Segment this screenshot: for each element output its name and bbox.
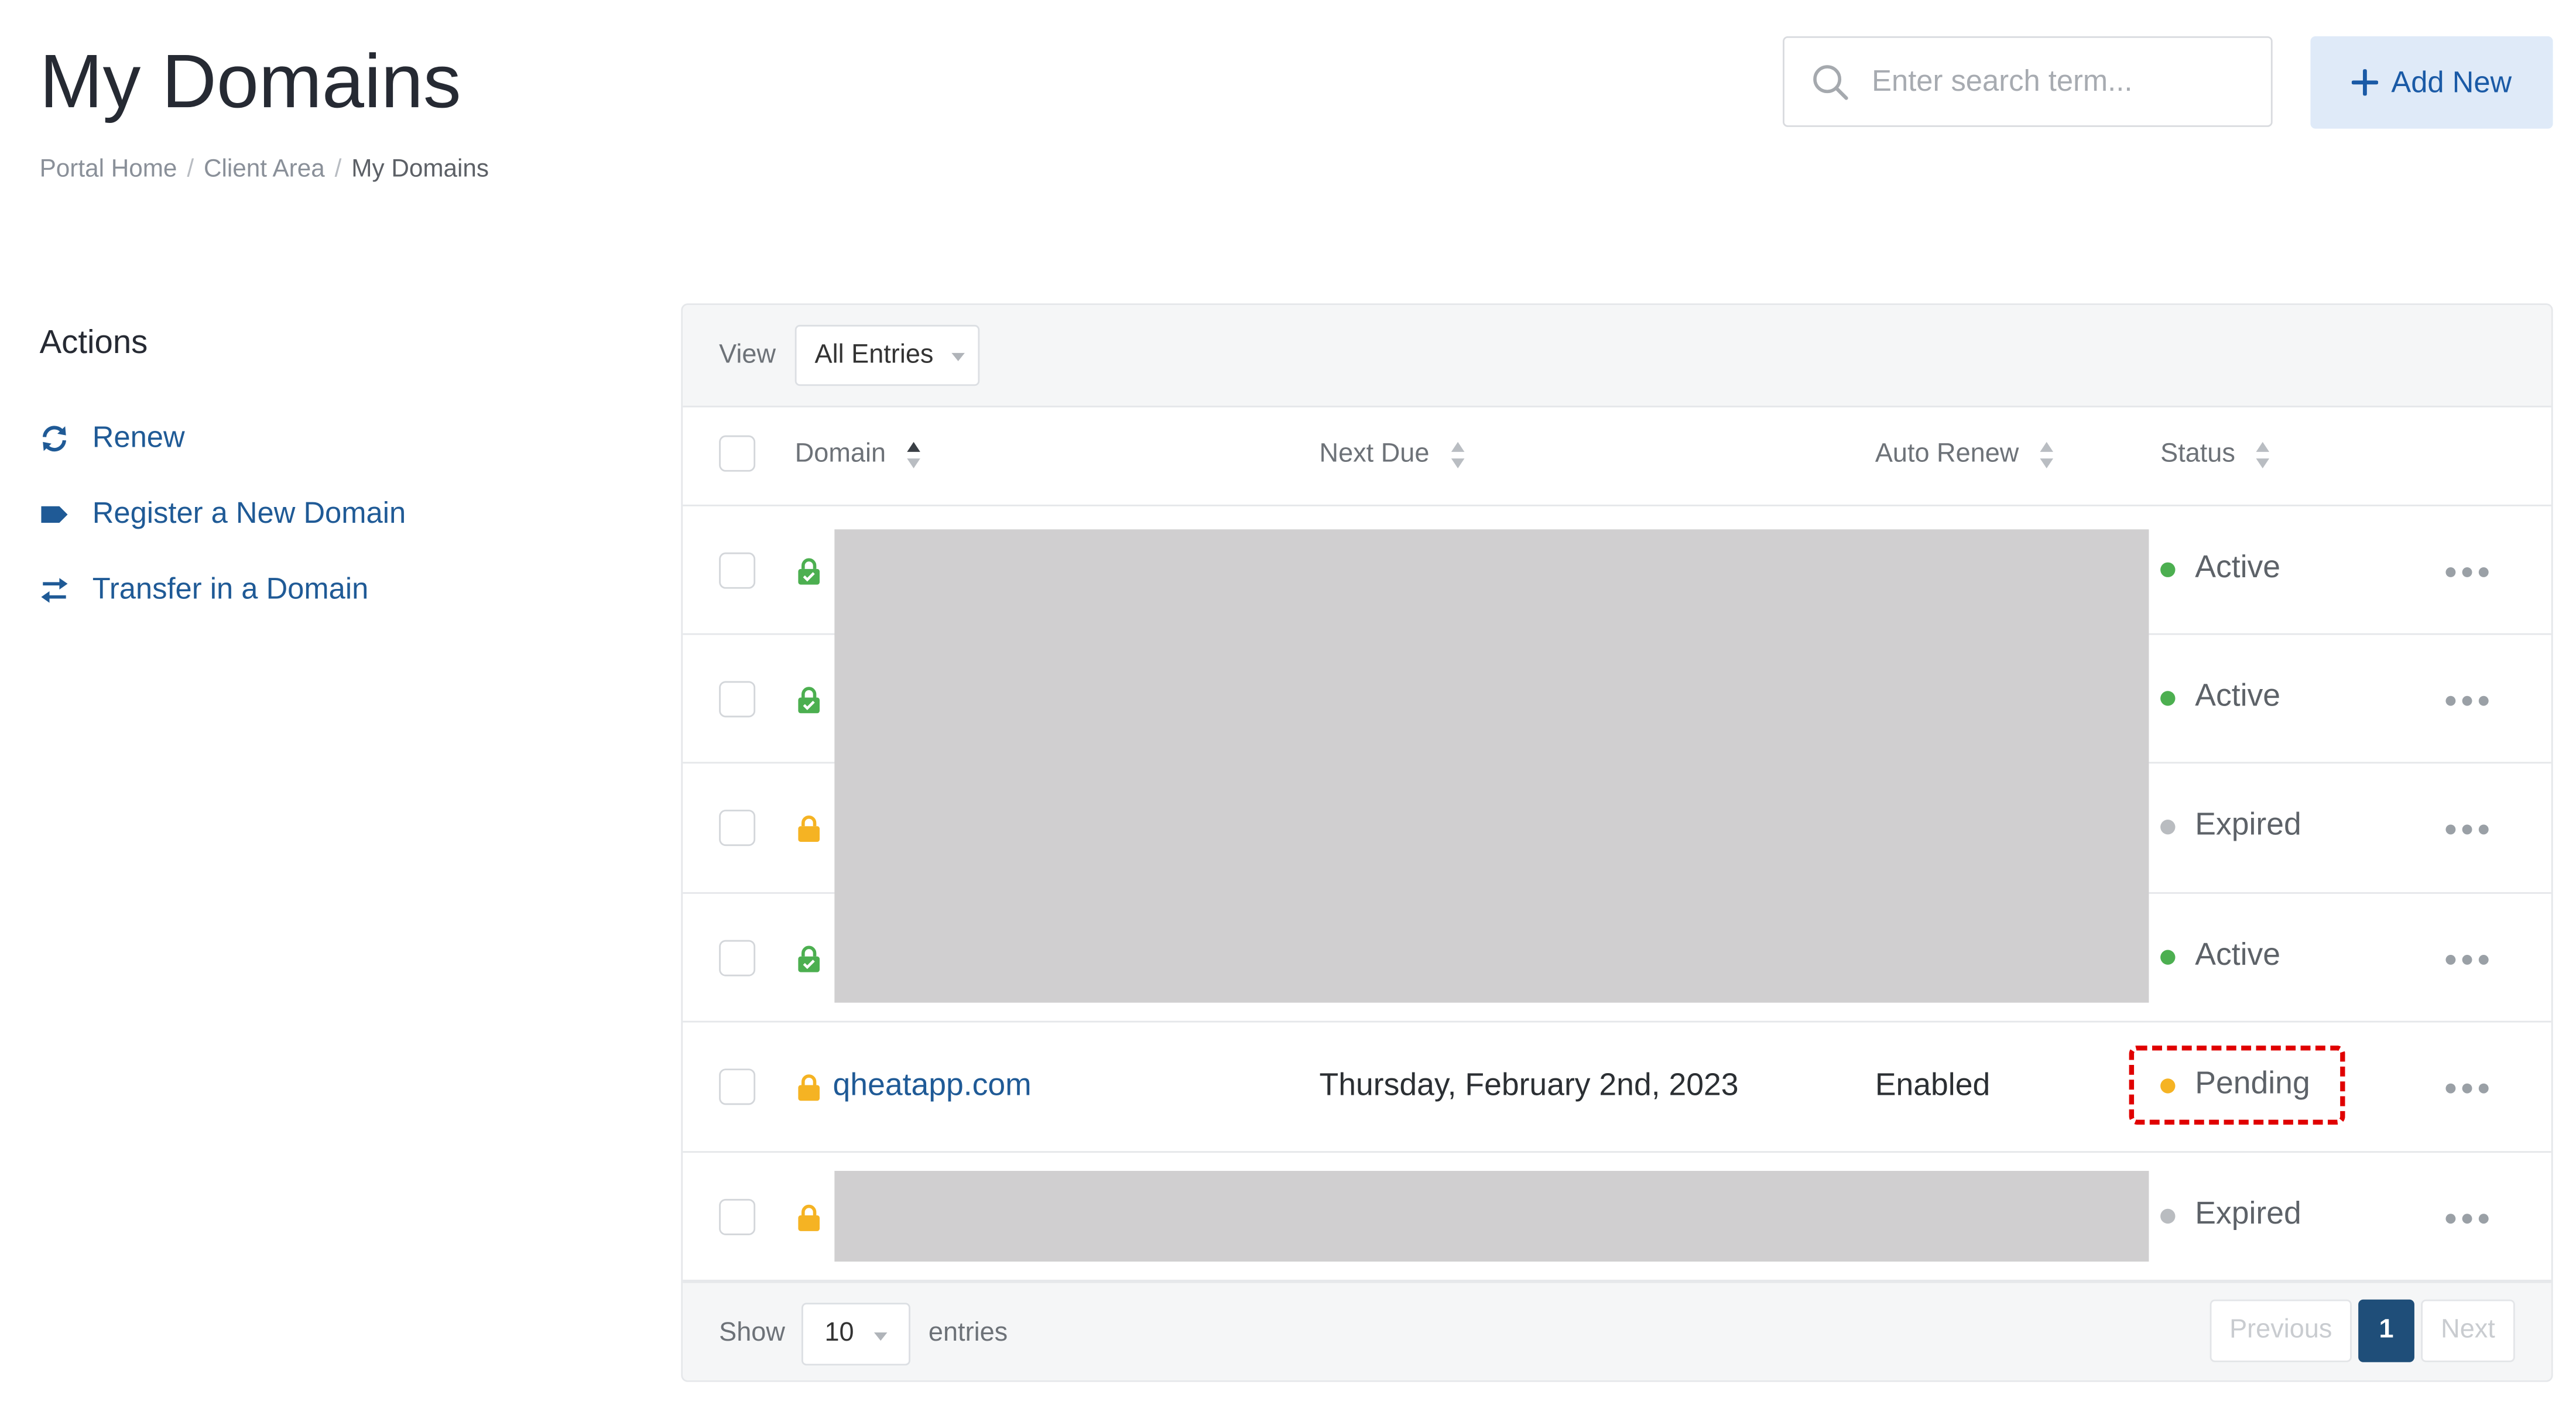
lock-icon <box>798 1204 820 1231</box>
sort-icon <box>2256 441 2270 468</box>
status-text: Active <box>2195 938 2281 973</box>
domains-panel: View All Entries Domain Next Due Auto Re… <box>681 303 2553 1382</box>
more-options-icon[interactable] <box>2445 695 2489 706</box>
status-highlight-box <box>2129 1045 2345 1125</box>
status-dot-icon <box>2160 690 2176 705</box>
transfer-icon <box>40 575 70 605</box>
show-label: Show <box>719 1319 785 1348</box>
domain-link[interactable]: qheatapp.com <box>833 1068 1032 1105</box>
table-toolbar: View All Entries <box>683 305 2551 407</box>
column-label: Status <box>2160 440 2235 468</box>
lock-icon <box>798 558 820 585</box>
status-dot-icon <box>2160 561 2176 577</box>
lock-icon <box>798 1074 820 1101</box>
column-header-status[interactable]: Status <box>2160 440 2272 470</box>
more-options-icon[interactable] <box>2445 567 2489 577</box>
more-options-icon[interactable] <box>2445 1083 2489 1094</box>
search-box[interactable] <box>1783 36 2273 127</box>
column-header-domain[interactable]: Domain <box>795 440 922 470</box>
pagination-next-button[interactable]: Next <box>2421 1299 2515 1362</box>
status-badge: Expired <box>2160 1197 2301 1234</box>
sidebar-item-label: Transfer in a Domain <box>92 572 369 605</box>
sort-icon <box>1451 441 1464 468</box>
breadcrumb-separator: / <box>187 155 194 183</box>
chevron-down-icon <box>873 1332 888 1341</box>
row-checkbox[interactable] <box>719 940 756 977</box>
sync-icon <box>40 423 70 453</box>
row-checkbox[interactable] <box>719 810 756 847</box>
breadcrumb: Portal Home / Client Area / My Domains <box>40 155 489 183</box>
entries-label: entries <box>928 1319 1008 1348</box>
breadcrumb-client-area[interactable]: Client Area <box>204 155 325 183</box>
view-select[interactable]: All Entries <box>794 324 980 386</box>
status-badge: Active <box>2160 551 2280 587</box>
more-options-icon[interactable] <box>2445 1214 2489 1224</box>
status-text: Active <box>2195 550 2281 585</box>
more-options-icon[interactable] <box>2445 824 2489 835</box>
status-text: Active <box>2195 679 2281 714</box>
sort-icon <box>2040 441 2054 468</box>
status-text: Expired <box>2195 1197 2301 1232</box>
next-due-date: Thursday, February 2nd, 2023 <box>1319 1068 1739 1104</box>
sidebar-item-register-domain[interactable]: Register a New Domain <box>40 496 406 531</box>
breadcrumb-current: My Domains <box>351 155 489 183</box>
lock-icon <box>798 945 820 972</box>
pagination-page-1[interactable]: 1 <box>2358 1299 2414 1362</box>
column-label: Domain <box>794 440 886 468</box>
entries-select-value: 10 <box>824 1319 854 1348</box>
redacted-region <box>834 529 2149 1003</box>
status-dot-icon <box>2160 818 2176 834</box>
auto-renew-value: Enabled <box>1875 1068 1991 1104</box>
status-badge: Active <box>2160 938 2280 975</box>
pagination-previous-button[interactable]: Previous <box>2210 1299 2352 1362</box>
status-dot-icon <box>2160 1208 2176 1223</box>
actions-heading: Actions <box>39 324 148 361</box>
add-new-label: Add New <box>2391 65 2512 98</box>
search-input[interactable] <box>1868 63 2255 101</box>
column-header-auto-renew[interactable]: Auto Renew <box>1875 440 2056 470</box>
select-all-checkbox[interactable] <box>719 435 756 472</box>
table-footer: Show 10 entries Previous 1 Next <box>683 1281 2551 1380</box>
add-new-button[interactable]: Add New <box>2310 36 2553 129</box>
view-select-value: All Entries <box>814 340 934 369</box>
chevron-down-icon <box>951 352 965 361</box>
sidebar-item-label: Renew <box>92 420 185 454</box>
sidebar-item-transfer-domain[interactable]: Transfer in a Domain <box>40 572 369 607</box>
sort-icon <box>907 441 921 468</box>
page-title: My Domains <box>39 37 461 124</box>
breadcrumb-separator: / <box>334 155 342 183</box>
sidebar-item-label: Register a New Domain <box>92 496 406 530</box>
status-text: Expired <box>2195 808 2301 843</box>
table-header: Domain Next Due Auto Renew Status <box>683 407 2551 506</box>
row-checkbox[interactable] <box>719 681 756 718</box>
lock-icon <box>798 687 820 714</box>
search-icon <box>1813 64 1848 100</box>
status-badge: Active <box>2160 680 2280 716</box>
row-checkbox[interactable] <box>719 552 756 589</box>
row-checkbox[interactable] <box>719 1068 756 1105</box>
sidebar-item-renew[interactable]: Renew <box>40 420 185 455</box>
status-dot-icon <box>2160 949 2176 964</box>
status-badge: Expired <box>2160 808 2301 844</box>
lock-icon <box>798 815 820 842</box>
view-label: View <box>719 341 776 369</box>
column-label: Next Due <box>1319 440 1430 468</box>
breadcrumb-portal-home[interactable]: Portal Home <box>40 155 177 183</box>
more-options-icon[interactable] <box>2445 954 2489 965</box>
entries-select[interactable]: 10 <box>801 1303 910 1366</box>
column-label: Auto Renew <box>1875 440 2019 468</box>
tag-icon <box>40 499 70 529</box>
redacted-region <box>834 1170 2149 1262</box>
column-header-next-due[interactable]: Next Due <box>1320 440 1466 470</box>
plus-icon <box>2351 69 2378 96</box>
row-checkbox[interactable] <box>719 1198 756 1235</box>
